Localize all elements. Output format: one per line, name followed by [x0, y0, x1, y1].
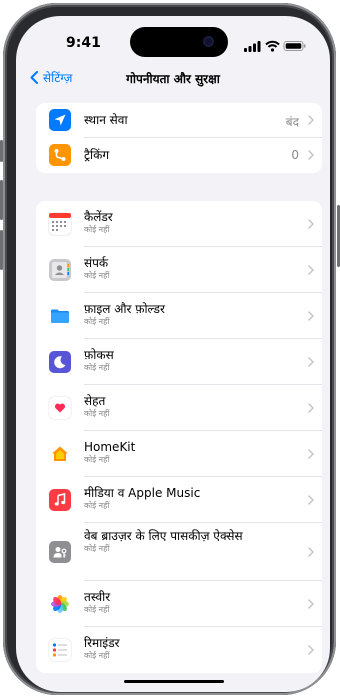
chevron-right-icon [308, 403, 314, 413]
location-tracking-group: स्थान सेवा बंद ट्रैकिंग 0 [36, 103, 322, 173]
row-label: HomeKit [84, 440, 136, 454]
row-label: सेहत [84, 394, 106, 408]
chevron-right-icon [308, 449, 314, 459]
chevron-right-icon [308, 599, 314, 609]
row-subtitle: कोई नहीं [84, 455, 110, 464]
tracking-icon [49, 144, 71, 166]
row-label: मीडिया व Apple Music [84, 486, 201, 500]
chevron-right-icon [308, 495, 314, 505]
app-permissions-group: कैलेंडर कोई नहीं संपर्क कोई नहीं फ़ाइल औ… [36, 201, 322, 673]
row-health[interactable]: सेहत कोई नहीं [36, 385, 322, 431]
phone-frame: 9:41 सेटिंग्ज़ गोपनीयता और सुरक्षा स्थान… [3, 3, 336, 695]
row-subtitle: कोई नहीं [84, 225, 110, 234]
chevron-right-icon [308, 547, 314, 557]
volume-down-button [0, 230, 3, 270]
volume-up-button [0, 180, 3, 220]
row-subtitle: कोई नहीं [84, 501, 110, 510]
row-label: कैलेंडर [84, 210, 113, 224]
row-label: रिमाइंडर [84, 636, 120, 650]
row-homekit[interactable]: HomeKit कोई नहीं [36, 431, 322, 477]
row-subtitle: कोई नहीं [84, 544, 110, 553]
wifi-icon [265, 40, 280, 52]
chevron-right-icon [308, 115, 314, 125]
chevron-right-icon [308, 219, 314, 229]
row-web-browser-passkeys[interactable]: वेब ब्राउज़र के लिए पासकीज़ ऐक्सेस कोई न… [36, 523, 322, 581]
row-label: फ़ाइल और फ़ोल्डर [84, 302, 165, 316]
home-indicator[interactable] [124, 680, 224, 683]
homekit-icon [49, 443, 71, 465]
chevron-right-icon [308, 311, 314, 321]
row-calendar[interactable]: कैलेंडर कोई नहीं [36, 201, 322, 247]
row-label: फ़ोकस [84, 348, 114, 362]
row-subtitle: कोई नहीं [84, 651, 110, 660]
status-time: 9:41 [66, 35, 101, 51]
chevron-right-icon [308, 357, 314, 367]
row-label: स्थान सेवा [84, 113, 128, 127]
row-subtitle: कोई नहीं [84, 409, 110, 418]
chevron-right-icon [308, 265, 314, 275]
health-heart-icon [49, 397, 71, 419]
music-icon [49, 489, 71, 511]
row-focus[interactable]: फ़ोकस कोई नहीं [36, 339, 322, 385]
row-label: तस्वीर [84, 590, 111, 604]
row-subtitle: कोई नहीं [84, 317, 110, 326]
camera-icon [203, 36, 214, 47]
navigation-bar: सेटिंग्ज़ गोपनीयता और सुरक्षा [16, 66, 330, 92]
screen: 9:41 सेटिंग्ज़ गोपनीयता और सुरक्षा स्थान… [16, 16, 330, 692]
dynamic-island [130, 27, 228, 57]
row-value: बंद [285, 115, 299, 129]
location-arrow-icon [49, 109, 71, 131]
status-bar: 9:41 [16, 16, 330, 66]
row-media-apple-music[interactable]: मीडिया व Apple Music कोई नहीं [36, 477, 322, 523]
row-reminders[interactable]: रिमाइंडर कोई नहीं [36, 627, 322, 673]
row-tracking[interactable]: ट्रैकिंग 0 [36, 138, 322, 173]
reminders-icon [49, 639, 71, 661]
chevron-right-icon [308, 645, 314, 655]
row-value: 0 [291, 148, 299, 162]
row-subtitle: कोई नहीं [84, 363, 110, 372]
passkey-icon [49, 541, 71, 563]
row-contacts[interactable]: संपर्क कोई नहीं [36, 247, 322, 293]
battery-icon [283, 41, 306, 51]
row-label: वेब ब्राउज़र के लिए पासकीज़ ऐक्सेस [84, 529, 243, 543]
side-button [0, 140, 3, 162]
focus-moon-icon [49, 351, 71, 373]
chevron-right-icon [308, 150, 314, 160]
folder-icon [49, 305, 71, 327]
cellular-signal-icon [244, 41, 261, 52]
contacts-icon [49, 259, 71, 281]
row-photos[interactable]: तस्वीर कोई नहीं [36, 581, 322, 627]
row-label: ट्रैकिंग [84, 148, 110, 162]
row-files-folders[interactable]: फ़ाइल और फ़ोल्डर कोई नहीं [36, 293, 322, 339]
calendar-icon [49, 213, 71, 235]
row-location-services[interactable]: स्थान सेवा बंद [36, 103, 322, 138]
status-icons [244, 37, 306, 52]
row-subtitle: कोई नहीं [84, 271, 110, 280]
page-title: गोपनीयता और सुरक्षा [126, 72, 220, 86]
row-subtitle: कोई नहीं [84, 605, 110, 614]
row-label: संपर्क [84, 256, 109, 270]
photos-icon [49, 593, 71, 615]
